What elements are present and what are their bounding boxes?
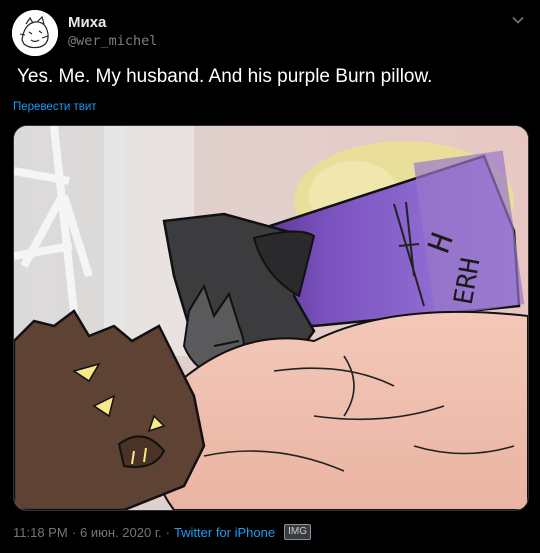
avatar[interactable]: [12, 10, 58, 56]
meta-separator: ·: [165, 524, 170, 540]
tweet-text: Yes. Me. My husband. And his purple Burn…: [17, 66, 433, 87]
meta-separator: ·: [71, 524, 77, 540]
avatar-doodle-icon: [12, 10, 58, 56]
tweet-meta: 11:18 PM · 6 июн. 2020 г. · Twitter for …: [13, 524, 311, 540]
tweet-date[interactable]: 6 июн. 2020 г.: [80, 525, 162, 540]
tweet-header: Миха @wer_michel: [12, 10, 528, 56]
tweet-time[interactable]: 11:18 PM: [13, 525, 68, 540]
tweet-source-link[interactable]: Twitter for iPhone: [174, 525, 275, 540]
photo-drawing: H ERH: [14, 126, 528, 510]
translate-tweet-link[interactable]: Перевести твит: [13, 101, 97, 113]
img-badge: IMG: [284, 524, 311, 540]
tweet-menu-button[interactable]: [510, 12, 526, 28]
display-name[interactable]: Миха: [68, 14, 157, 32]
chevron-down-icon: [512, 16, 524, 24]
tweet-photo[interactable]: H ERH: [13, 125, 529, 511]
user-handle[interactable]: @wer_michel: [68, 32, 157, 50]
